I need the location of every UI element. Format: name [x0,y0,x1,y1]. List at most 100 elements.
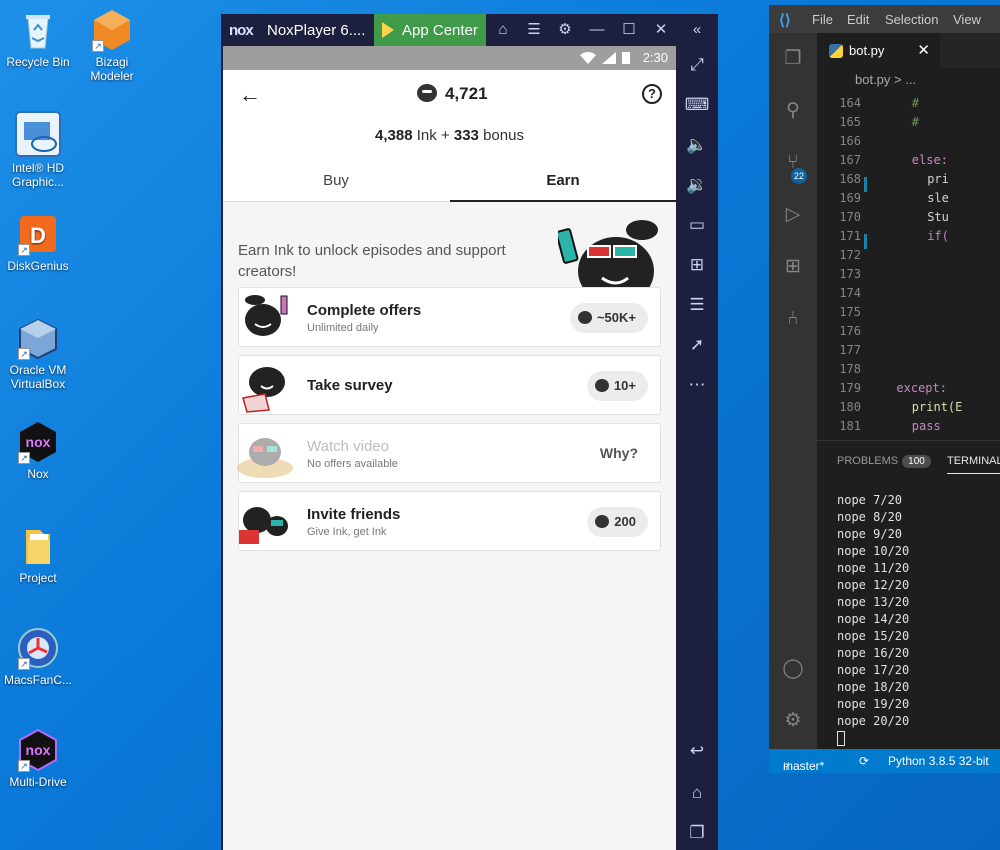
line-number: 165 [839,115,861,129]
noxplayer-window: nox NoxPlayer 6.... App Center ⌂ ☰ ⚙ — ☐… [221,14,718,850]
python-interpreter[interactable]: Python 3.8.5 32-bit [888,754,989,768]
android-back-icon[interactable]: ↩ [684,738,710,764]
minimize-icon[interactable]: — [587,20,607,40]
ink-blob-icon [595,515,610,528]
rocket-icon[interactable]: ➚ [684,332,710,358]
help-icon[interactable]: ? [642,84,662,104]
sync-icon[interactable]: ⟳ [859,754,869,768]
desktop-icon-nox[interactable]: nox ↗ Nox [0,420,76,481]
breadcrumb[interactable]: bot.py > ... [817,68,1000,90]
terminal-line: nope 16/20 [837,646,910,660]
code-line: if( [927,229,949,243]
shirt-theme-icon[interactable]: ⌂ [493,20,513,40]
menu-view[interactable]: View [953,12,981,27]
line-number: 181 [839,419,861,433]
video-illustration [235,426,297,482]
tab-earn[interactable]: Earn [450,172,676,202]
line-number: 173 [839,267,861,281]
extensions-icon[interactable]: ⊞ [781,255,805,279]
tab-bot-py[interactable]: bot.py ✕ [817,33,940,68]
line-number: 175 [839,305,861,319]
desktop-icon-label: Oracle VM VirtualBox [9,363,67,391]
code-line: # [911,115,920,129]
wifi-icon [580,52,596,67]
bizagi-icon: ↗ [90,8,134,52]
line-number: 172 [839,248,861,262]
code-line: pri [927,172,949,186]
volume-down-icon[interactable]: 🔉 [684,172,710,198]
menu-file[interactable]: File [812,12,833,27]
desktop-icon-diskgenius[interactable]: D ↗ DiskGenius [0,212,76,273]
nox-window-title: NoxPlayer 6.... [267,22,366,39]
fullscreen-icon[interactable]: ⤢ [684,52,710,78]
code-line: # [912,90,919,91]
desktop-icon-multidrive[interactable]: nox ↗ Multi-Drive [0,728,76,789]
activity-bar: ❐ ⚲ ⑂ 22 ▷ ⊞ ⑃ ◯ ⚙ [769,33,817,749]
close-tab-icon[interactable]: ✕ [917,41,930,59]
branch-name: master* [783,759,825,773]
battery-icon [622,52,630,64]
desktop-icon-recycle-bin[interactable]: Recycle Bin [0,8,76,69]
vscode-logo-icon: ⟨⟩ [779,12,791,29]
app-center-button[interactable]: App Center [374,14,486,46]
screen-icon[interactable]: ▭ [684,212,710,238]
desktop-icon-virtualbox[interactable]: ↗ Oracle VM VirtualBox [0,316,76,391]
complete-offers-card[interactable]: Complete offers Unlimited daily ~50K+ [238,287,661,347]
search-icon[interactable]: ⚲ [781,99,805,123]
run-debug-icon[interactable]: ▷ [781,203,805,227]
desktop-icon-project[interactable]: Project [0,524,76,585]
code-line: # [911,96,920,110]
line-number: 171 [839,229,861,243]
status-bar: ⑂ master* ⟳ Python 3.8.5 32-bit [769,749,1000,773]
android-recents-icon[interactable]: ❐ [684,820,710,846]
shortcut-arrow-icon: ↗ [18,244,30,256]
close-icon[interactable]: ✕ [651,20,671,40]
signal-icon [602,52,616,64]
terminal-line: nope 10/20 [837,544,910,558]
explorer-icon[interactable]: ❐ [781,47,805,71]
tab-problems[interactable]: PROBLEMS 100 [837,455,931,468]
android-home-icon[interactable]: ⌂ [684,780,710,806]
buy-earn-tabs: Buy Earn [223,172,676,202]
folder-icon [16,524,60,568]
gear-icon[interactable]: ⚙ [555,20,575,40]
nox-title-bar[interactable]: nox NoxPlayer 6.... App Center ⌂ ☰ ⚙ — ☐… [221,14,718,46]
line-number: 163 [817,90,861,91]
shortcut-arrow-icon: ↗ [92,40,104,52]
card-title: Invite friends [307,506,401,523]
code-line: pass [911,419,941,433]
menu-icon[interactable]: ☰ [524,20,544,40]
desktop-icon-macsfan[interactable]: ↗ MacsFanC... [0,626,76,687]
code-editor[interactable]: 163 #164 #165 #166 167 else: 168 pri 169 sle 170 St… [817,90,1000,440]
desktop-icon-bizagi[interactable]: ↗ Bizagi Modeler [74,8,150,83]
bonus-label: bonus [483,127,524,144]
apk-install-icon[interactable]: ⊞ [684,252,710,278]
desktop-icon-label: Multi-Drive [9,775,67,789]
terminal-cursor [837,731,845,746]
card-title: Watch video [307,438,389,455]
account-icon[interactable]: ◯ [781,657,805,681]
tab-buy[interactable]: Buy [223,172,449,202]
watch-video-card[interactable]: Watch video No offers available Why? [235,423,661,483]
tab-terminal[interactable]: TERMINAL [947,455,1000,474]
back-arrow-icon[interactable]: ← [239,82,261,108]
why-link[interactable]: Why? [600,445,638,461]
volume-up-icon[interactable]: 🔈 [684,132,710,158]
settings-gear-icon[interactable]: ⚙ [781,709,805,733]
terminal-line: nope 12/20 [837,578,910,592]
desktop-icon-intel[interactable]: Intel® HD Graphic... [0,110,76,189]
menu-selection[interactable]: Selection [885,12,938,27]
python-file-icon [829,44,843,58]
shortcut-arrow-icon: ↗ [18,658,30,670]
take-survey-card[interactable]: Take survey 10+ [238,355,661,415]
bottom-panel: PROBLEMS 100 TERMINAL nope 7/20 nope 8/20 n… [817,440,1000,749]
android-screen: 2:30 ← 4,721 ? 4,388 Ink + 333 bonus Buy… [223,46,676,850]
maximize-icon[interactable]: ☐ [619,20,639,40]
multi-instance-icon[interactable]: ☰ [684,292,710,318]
keyboard-icon[interactable]: ⌨ [684,92,710,118]
menu-edit[interactable]: Edit [847,12,869,27]
git-graph-icon[interactable]: ⑃ [781,307,805,331]
more-icon[interactable]: ⋯ [684,372,710,398]
collapse-sidebar-icon[interactable]: « [687,20,707,40]
invite-friends-card[interactable]: Invite friends Give Ink, get Ink 200 [238,491,661,551]
